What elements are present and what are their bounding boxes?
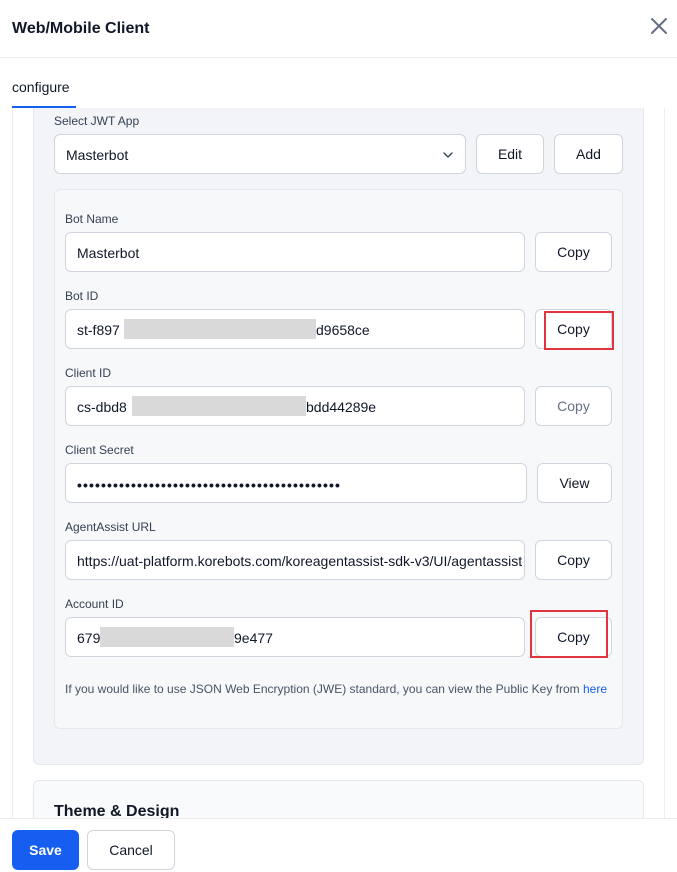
agentassist-url-value: https://uat-platform.korebots.com/koreag… [77, 553, 523, 569]
client-secret-label: Client Secret [65, 443, 134, 457]
client-secret-masked-value: ••••••••••••••••••••••••••••••••••••••••… [77, 477, 342, 493]
modal-header: Web/Mobile Client [0, 0, 677, 58]
bot-name-value: Masterbot [77, 245, 140, 261]
modal-title: Web/Mobile Client [12, 20, 150, 37]
cancel-button[interactable]: Cancel [87, 830, 175, 870]
copy-client-id-button[interactable]: Copy [535, 386, 612, 426]
edit-jwt-app-button[interactable]: Edit [476, 134, 544, 174]
add-jwt-app-button[interactable]: Add [554, 134, 623, 174]
account-id-value-end: 9e477 [234, 630, 273, 646]
modal-content[interactable]: Select JWT App Masterbot Edit Add Bot Na… [0, 108, 677, 818]
client-id-label: Client ID [65, 366, 112, 380]
jwt-app-selected-value: Masterbot [66, 147, 129, 163]
account-id-field: 679 9e477 [65, 617, 525, 657]
bot-id-field: st-f897 d9658ce [65, 309, 525, 349]
agentassist-url-field: https://uat-platform.korebots.com/koreag… [65, 540, 525, 580]
bot-name-label: Bot Name [65, 212, 119, 226]
jwe-note-text: If you would like to use JSON Web Encryp… [65, 682, 583, 696]
theme-design-title: Theme & Design [54, 803, 180, 818]
bot-id-label: Bot ID [65, 289, 99, 303]
jwe-public-key-link[interactable]: here [583, 682, 607, 696]
content-left-divider [12, 108, 13, 818]
jwe-public-key-note: If you would like to use JSON Web Encryp… [65, 680, 615, 698]
save-button[interactable]: Save [12, 830, 79, 870]
chevron-down-icon [443, 152, 453, 158]
view-client-secret-button[interactable]: View [537, 463, 612, 503]
account-id-redaction [100, 627, 234, 647]
client-id-redaction [132, 396, 306, 416]
tab-bar: configure [0, 58, 677, 108]
bot-id-value-end: d9658ce [316, 322, 370, 338]
account-id-label: Account ID [65, 597, 124, 611]
bot-id-value-start: st-f897 [77, 322, 120, 338]
copy-bot-name-button[interactable]: Copy [535, 232, 612, 272]
account-id-value-start: 679 [77, 630, 101, 646]
client-id-field: cs-dbd8 bdd44289e [65, 386, 525, 426]
copy-agentassist-url-button[interactable]: Copy [535, 540, 612, 580]
client-secret-field: ••••••••••••••••••••••••••••••••••••••••… [65, 463, 527, 503]
agentassist-url-label: AgentAssist URL [65, 520, 156, 534]
select-jwt-app-label: Select JWT App [54, 114, 140, 128]
theme-design-section[interactable]: Theme & Design [33, 780, 644, 818]
content-right-divider [664, 108, 665, 818]
bot-name-field: Masterbot [65, 232, 525, 272]
bot-id-copy-highlight [544, 311, 614, 350]
close-icon[interactable] [649, 16, 669, 36]
jwt-app-select[interactable]: Masterbot [54, 134, 466, 174]
bot-id-redaction [124, 319, 316, 339]
modal-footer: Save Cancel [0, 818, 677, 872]
tab-configure[interactable]: configure [12, 79, 70, 95]
account-id-copy-highlight [530, 610, 608, 658]
client-id-value-end: bdd44289e [306, 399, 377, 415]
client-id-value-start: cs-dbd8 [77, 399, 127, 415]
